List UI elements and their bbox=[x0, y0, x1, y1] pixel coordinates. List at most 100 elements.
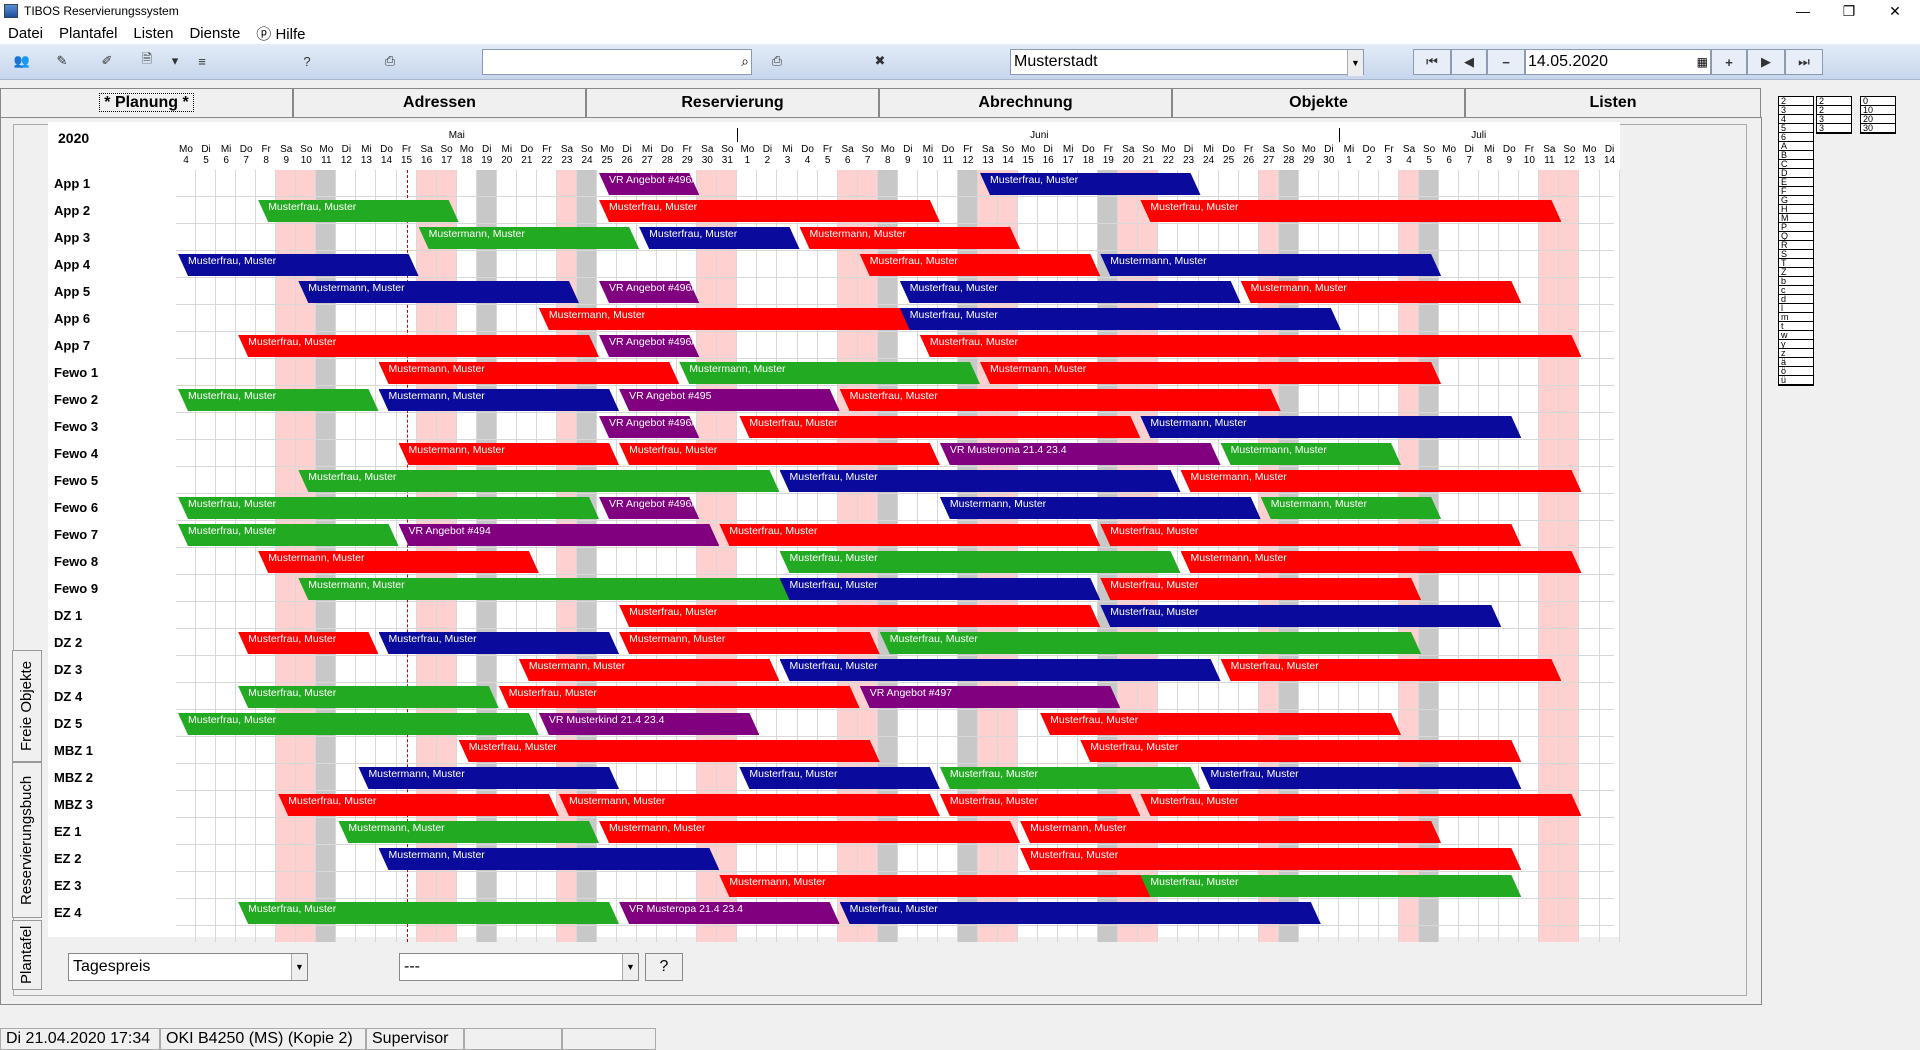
object-row-label[interactable]: App 3 bbox=[54, 224, 164, 251]
booking-bar[interactable]: Mustermann, Muster bbox=[599, 821, 1020, 843]
booking-bar[interactable]: Musterfrau, Muster bbox=[1201, 767, 1522, 789]
booking-bar[interactable]: Musterfrau, Muster bbox=[178, 524, 399, 546]
booking-bar[interactable]: Musterfrau, Muster bbox=[780, 659, 1221, 681]
booking-bar[interactable]: Mustermann, Muster bbox=[679, 362, 980, 384]
booking-bar[interactable]: Musterfrau, Muster bbox=[499, 686, 860, 708]
last-page-button[interactable]: ⏭ bbox=[1785, 49, 1823, 75]
index-entry[interactable]: ä bbox=[1779, 358, 1813, 367]
help-question-icon[interactable]: ? bbox=[295, 50, 319, 72]
minimize-icon[interactable]: — bbox=[1780, 0, 1826, 22]
booking-bar[interactable]: Musterfrau, Muster bbox=[1140, 794, 1581, 816]
object-row-label[interactable]: Fewo 1 bbox=[54, 359, 164, 386]
booking-bar[interactable]: Musterfrau, Muster bbox=[719, 524, 1100, 546]
booking-bar[interactable]: Musterfrau, Muster bbox=[940, 767, 1201, 789]
booking-bar[interactable]: VR Angebot #496/2 bbox=[599, 281, 699, 303]
booking-bar[interactable]: Musterfrau, Muster bbox=[1080, 740, 1521, 762]
index-entry[interactable]: 5 bbox=[1779, 124, 1813, 133]
booking-bar[interactable]: Musterfrau, Muster bbox=[1100, 605, 1501, 627]
object-row-label[interactable]: Fewo 5 bbox=[54, 467, 164, 494]
booking-bar[interactable]: Musterfrau, Muster bbox=[258, 200, 459, 222]
side-tab-freie-objekte[interactable]: Freie Objekte bbox=[12, 650, 42, 762]
object-row-label[interactable]: Fewo 9 bbox=[54, 575, 164, 602]
tab-abrechnung[interactable]: Abrechnung bbox=[879, 88, 1172, 118]
object-row-label[interactable]: DZ 1 bbox=[54, 602, 164, 629]
booking-bar[interactable]: VR Angebot #494 bbox=[399, 524, 720, 546]
date-field[interactable]: 14.05.2020 ▦ bbox=[1525, 49, 1711, 75]
edit-icon[interactable]: ✐ bbox=[95, 50, 119, 72]
object-row-label[interactable]: Fewo 6 bbox=[54, 494, 164, 521]
booking-bar[interactable]: Musterfrau, Muster bbox=[980, 173, 1201, 195]
object-row-label[interactable]: DZ 3 bbox=[54, 656, 164, 683]
booking-bar[interactable]: VR Angebot #496/3 bbox=[599, 335, 699, 357]
object-row-label[interactable]: MBZ 2 bbox=[54, 764, 164, 791]
booking-bar[interactable]: Mustermann, Muster bbox=[800, 227, 1021, 249]
booking-bar[interactable]: Musterfrau, Muster bbox=[178, 254, 419, 276]
next-button[interactable]: ▶ bbox=[1747, 49, 1785, 75]
document-icon[interactable]: 🗎 bbox=[135, 50, 159, 72]
booking-bar[interactable]: Musterfrau, Muster bbox=[619, 443, 940, 465]
first-page-button[interactable]: ⏮ bbox=[1413, 49, 1451, 75]
booking-bar[interactable]: Musterfrau, Muster bbox=[1040, 713, 1401, 735]
booking-bar[interactable]: Mustermann, Muster bbox=[379, 848, 720, 870]
booking-bar[interactable]: VR Musteroma 21.4 23.4 bbox=[940, 443, 1221, 465]
index-entry[interactable]: C bbox=[1779, 160, 1813, 169]
booking-bar[interactable]: Musterfrau, Muster bbox=[780, 551, 1181, 573]
index-entry[interactable]: 3 bbox=[1817, 124, 1851, 133]
booking-bar[interactable]: Musterfrau, Muster bbox=[1140, 875, 1521, 897]
object-row-label[interactable]: Fewo 2 bbox=[54, 386, 164, 413]
chevron-down-icon[interactable]: ▼ bbox=[291, 954, 307, 980]
menu-hilfe[interactable]: ⓟ Hilfe bbox=[256, 23, 305, 44]
object-row-label[interactable]: App 5 bbox=[54, 278, 164, 305]
menu-dienste[interactable]: Dienste bbox=[189, 25, 240, 42]
booking-bar[interactable]: VR Musterkind 21.4 23.4 bbox=[539, 713, 760, 735]
index-entry[interactable]: y bbox=[1779, 340, 1813, 349]
booking-bar[interactable]: Mustermann, Muster bbox=[399, 443, 620, 465]
booking-bar[interactable]: Musterfrau, Muster bbox=[739, 416, 1140, 438]
booking-bar[interactable]: Musterfrau, Muster bbox=[298, 470, 779, 492]
index-entry[interactable]: 0 bbox=[1861, 97, 1895, 106]
index-entry[interactable]: M bbox=[1779, 214, 1813, 223]
index-entry[interactable]: F bbox=[1779, 187, 1813, 196]
booking-bar[interactable]: Musterfrau, Muster bbox=[178, 497, 599, 519]
booking-bar[interactable]: Musterfrau, Muster bbox=[1020, 848, 1521, 870]
booking-bar[interactable]: Mustermann, Muster bbox=[298, 578, 799, 600]
tab-listen[interactable]: Listen bbox=[1465, 88, 1761, 118]
booking-bar[interactable]: Musterfrau, Muster bbox=[1221, 659, 1562, 681]
tab-reservierung[interactable]: Reservierung bbox=[586, 88, 879, 118]
object-row-label[interactable]: MBZ 1 bbox=[54, 737, 164, 764]
filter-select[interactable]: --- ▼ bbox=[399, 953, 639, 981]
booking-bar[interactable]: Mustermann, Muster bbox=[1221, 443, 1401, 465]
object-row-label[interactable]: DZ 2 bbox=[54, 629, 164, 656]
booking-bar[interactable]: VR Angebot #496/1 bbox=[599, 173, 699, 195]
index-entry[interactable]: P bbox=[1779, 223, 1813, 232]
index-entry[interactable]: G bbox=[1779, 196, 1813, 205]
booking-bar[interactable]: Musterfrau, Muster bbox=[238, 686, 499, 708]
booking-bar[interactable]: Musterfrau, Muster bbox=[639, 227, 799, 249]
prev-button[interactable]: ◀ bbox=[1451, 49, 1487, 75]
booking-bar[interactable]: Musterfrau, Muster bbox=[780, 470, 1181, 492]
booking-bar[interactable]: Mustermann, Muster bbox=[519, 659, 780, 681]
index-entry[interactable]: 3 bbox=[1779, 106, 1813, 115]
booking-bar[interactable]: Mustermann, Muster bbox=[1140, 416, 1521, 438]
booking-bar[interactable]: Mustermann, Muster bbox=[719, 875, 1160, 897]
booking-bar[interactable]: Mustermann, Muster bbox=[1261, 497, 1441, 519]
booking-bar[interactable]: Musterfrau, Muster bbox=[459, 740, 880, 762]
menu-plantafel[interactable]: Plantafel bbox=[59, 25, 117, 42]
booking-bar[interactable]: Musterfrau, Muster bbox=[880, 632, 1421, 654]
booking-bar[interactable]: Mustermann, Muster bbox=[258, 551, 539, 573]
index-entry[interactable]: Z bbox=[1779, 268, 1813, 277]
booking-bar[interactable]: Musterfrau, Muster bbox=[920, 335, 1582, 357]
cancel-icon[interactable]: ✖ bbox=[868, 50, 892, 72]
index-entry[interactable]: z bbox=[1779, 349, 1813, 358]
index-entry[interactable]: 4 bbox=[1779, 115, 1813, 124]
object-row-label[interactable]: App 4 bbox=[54, 251, 164, 278]
print-small-icon[interactable]: ⎙ bbox=[765, 50, 789, 72]
booking-bar[interactable]: Musterfrau, Muster bbox=[1140, 200, 1561, 222]
booking-bar[interactable]: Musterfrau, Muster bbox=[940, 794, 1141, 816]
index-entry[interactable]: 2 bbox=[1817, 97, 1851, 106]
users-icon[interactable]: 👥 bbox=[10, 50, 34, 72]
index-entry[interactable]: R bbox=[1779, 241, 1813, 250]
object-row-label[interactable]: EZ 1 bbox=[54, 818, 164, 845]
object-row-label[interactable]: EZ 4 bbox=[54, 899, 164, 926]
booking-bar[interactable]: Mustermann, Muster bbox=[539, 308, 920, 330]
